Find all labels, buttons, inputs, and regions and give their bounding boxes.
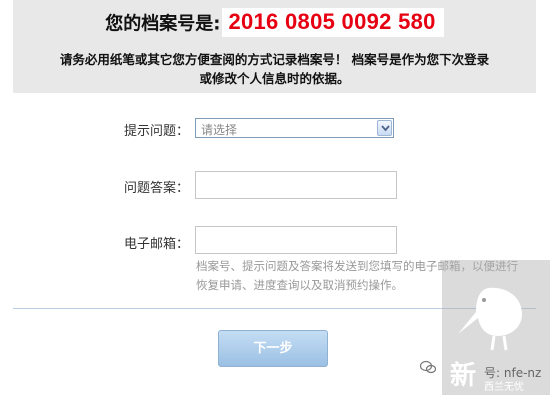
- question-select[interactable]: 请选择: [195, 118, 394, 138]
- notice-line-2: 或修改个人信息时的依据。: [199, 71, 350, 86]
- next-step-button[interactable]: 下一步: [218, 330, 328, 367]
- watermark: 新 号: nfe-nz 西兰无忧: [420, 260, 550, 395]
- archive-number-line: 您的档案号是: 2016 0805 0092 580: [13, 8, 536, 37]
- email-label: 电子邮箱：: [124, 237, 190, 252]
- archive-banner: 您的档案号是: 2016 0805 0092 580 请务必用纸笔或其它您方便查阅…: [13, 0, 536, 93]
- answer-label: 问题答案：: [124, 181, 190, 196]
- question-label: 提示问题：: [124, 124, 190, 139]
- archive-notice: 请务必用纸笔或其它您方便查阅的方式记录档案号！ 档案号是作为您下次登录 或修改个…: [19, 50, 530, 88]
- watermark-big-char: 新: [450, 361, 477, 391]
- wechat-icon: [420, 360, 436, 374]
- notice-line-1: 请务必用纸笔或其它您方便查阅的方式记录档案号！ 档案号是作为您下次登录: [59, 52, 490, 67]
- archive-number: 2016 0805 0092 580: [228, 9, 436, 34]
- answer-input[interactable]: [195, 171, 397, 199]
- dropdown-arrow-icon[interactable]: [377, 120, 392, 136]
- archive-number-label: 您的档案号是:: [105, 13, 221, 35]
- kiwi-bird-icon: [458, 287, 522, 351]
- question-select-value: 请选择: [201, 123, 238, 137]
- archive-number-box: 2016 0805 0092 580: [222, 8, 444, 37]
- email-input[interactable]: [195, 226, 397, 254]
- watermark-brand: 西兰无忧: [484, 382, 524, 393]
